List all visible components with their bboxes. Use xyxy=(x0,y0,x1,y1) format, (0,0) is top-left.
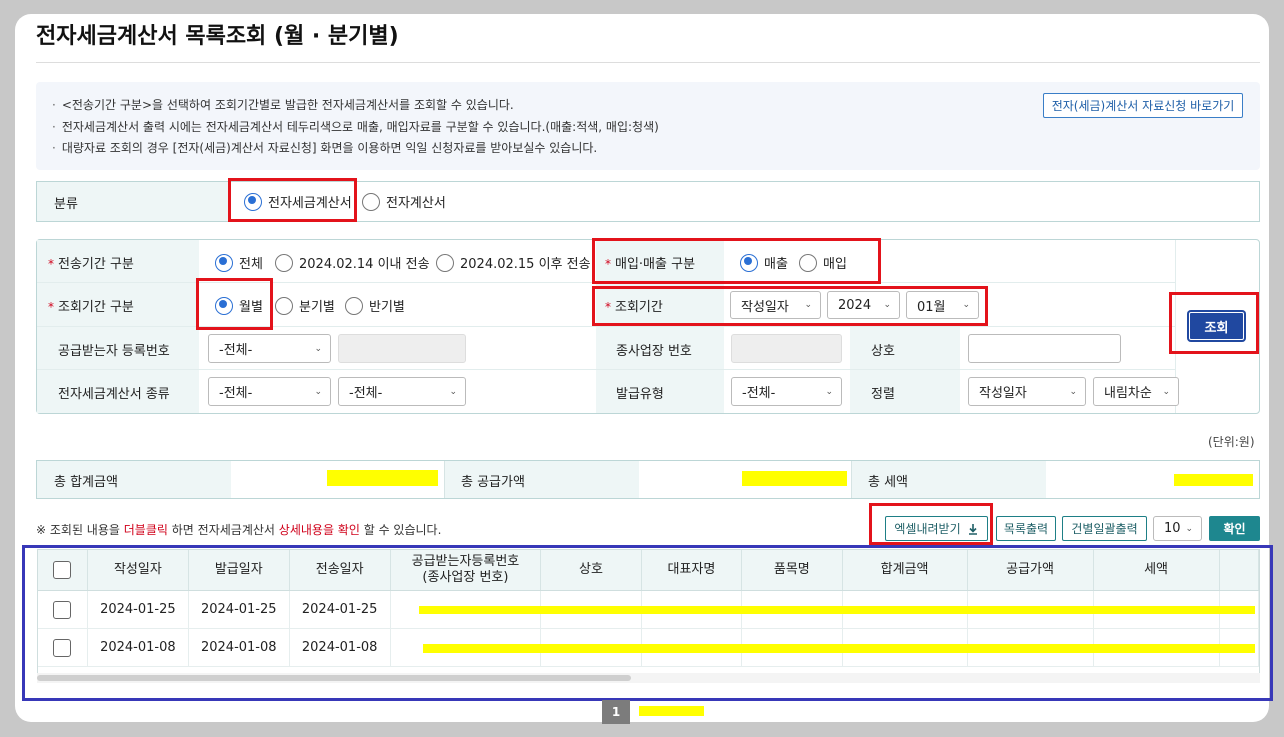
chevron-down-icon: ⌄ xyxy=(1069,386,1077,397)
issue-type-select[interactable]: -전체- ⌄ xyxy=(731,377,842,406)
highlight-monthly xyxy=(196,278,273,330)
sort-order-select[interactable]: 내림차순 ⌄ xyxy=(1093,377,1179,406)
info-line: 전자세금계산서 출력 시에는 전자세금계산서 테두리색으로 매출, 매입자료를 … xyxy=(52,118,659,135)
sort-field-select[interactable]: 작성일자 ⌄ xyxy=(968,377,1086,406)
highlight-excel xyxy=(869,503,993,545)
bulk-print-button[interactable]: 건별일괄출력 xyxy=(1062,516,1147,541)
confirm-button[interactable]: 확인 xyxy=(1209,516,1260,541)
send-period-label: * 전송기간 구분 xyxy=(48,257,134,272)
double-click-notice: ※ 조회된 내용을 더블클릭 하면 전자세금계산서 상세내용을 확인 할 수 있… xyxy=(36,523,442,537)
redacted-total-supply xyxy=(742,471,847,486)
total-supply-label: 총 공급가액 xyxy=(461,475,525,490)
chevron-down-icon: ⌄ xyxy=(825,386,833,397)
radio-send-all[interactable]: 전체 xyxy=(215,253,263,272)
radio-send-before[interactable]: 2024.02.14 이내 전송 xyxy=(275,253,430,272)
radio-icon xyxy=(275,253,293,272)
query-period-type-label: * 조회기간 구분 xyxy=(48,300,134,315)
chevron-down-icon: ⌄ xyxy=(314,386,322,397)
list-print-button[interactable]: 목록출력 xyxy=(996,516,1056,541)
radio-label: 반기별 xyxy=(369,300,405,315)
category-row xyxy=(36,181,1260,222)
receiver-reg-no-input[interactable] xyxy=(338,334,466,363)
highlight-query-period xyxy=(592,286,988,326)
total-sum-label: 총 합계금액 xyxy=(54,475,118,490)
highlight-search xyxy=(1169,292,1259,354)
page-title: 전자세금계산서 목록조회 (월 · 분기별) xyxy=(36,24,399,49)
radio-icon xyxy=(362,192,380,211)
radio-icon xyxy=(345,296,363,315)
redacted-footer xyxy=(639,706,704,716)
invoice-kind-select-2[interactable]: -전체- ⌄ xyxy=(338,377,466,406)
chevron-down-icon: ⌄ xyxy=(314,343,322,354)
radio-label: 전체 xyxy=(239,257,263,272)
unit-label: (단위:원) xyxy=(1208,435,1255,449)
radio-label: 2024.02.15 이후 전송 xyxy=(460,257,591,272)
radio-label: 전자계산서 xyxy=(386,196,446,211)
chevron-down-icon: ⌄ xyxy=(1162,386,1170,397)
highlight-trade-type xyxy=(592,238,881,284)
category-label: 분류 xyxy=(54,197,78,212)
title-divider xyxy=(36,62,1260,63)
total-tax-label: 총 세액 xyxy=(868,475,909,490)
branch-no-input[interactable] xyxy=(731,334,842,363)
branch-no-label: 종사업장 번호 xyxy=(616,344,692,359)
radio-icon xyxy=(436,253,454,272)
radio-label: 2024.02.14 이내 전송 xyxy=(299,257,430,272)
company-name-input[interactable] xyxy=(968,334,1121,363)
radio-half-yearly[interactable]: 반기별 xyxy=(345,296,405,315)
data-request-link-button[interactable]: 전자(세금)계산서 자료신청 바로가기 xyxy=(1043,93,1243,118)
highlight-category xyxy=(228,178,357,222)
issue-type-label: 발급유형 xyxy=(616,387,664,402)
radio-e-invoice[interactable]: 전자계산서 xyxy=(362,192,446,211)
highlight-table xyxy=(22,545,1273,701)
page-size-select[interactable]: 10 ⌄ xyxy=(1153,516,1202,541)
invoice-kind-label: 전자세금계산서 종류 xyxy=(58,387,170,402)
radio-quarterly[interactable]: 분기별 xyxy=(275,296,335,315)
radio-selected-icon xyxy=(215,253,233,272)
company-name-label: 상호 xyxy=(871,344,895,359)
radio-send-after[interactable]: 2024.02.15 이후 전송 xyxy=(436,253,591,272)
redacted-total-tax xyxy=(1174,474,1253,486)
redacted-total-sum xyxy=(327,470,438,486)
info-line: <전송기간 구분>을 선택하여 조회기간별로 발급한 전자세금계산서를 조회할 … xyxy=(52,96,514,113)
sort-label: 정렬 xyxy=(871,387,895,402)
radio-icon xyxy=(275,296,293,315)
chevron-down-icon: ⌄ xyxy=(449,386,457,397)
chevron-down-icon: ⌄ xyxy=(1185,523,1193,534)
receiver-reg-no-label: 공급받는자 등록번호 xyxy=(58,344,170,359)
receiver-reg-no-select[interactable]: -전체- ⌄ xyxy=(208,334,331,363)
radio-label: 분기별 xyxy=(299,300,335,315)
page-1-button[interactable]: 1 xyxy=(602,700,630,724)
info-line: 대량자료 조회의 경우 [전자(세금)계산서 자료신청] 화면을 이용하면 익일… xyxy=(52,139,597,156)
invoice-kind-select-1[interactable]: -전체- ⌄ xyxy=(208,377,331,406)
row-divider xyxy=(37,369,1175,370)
